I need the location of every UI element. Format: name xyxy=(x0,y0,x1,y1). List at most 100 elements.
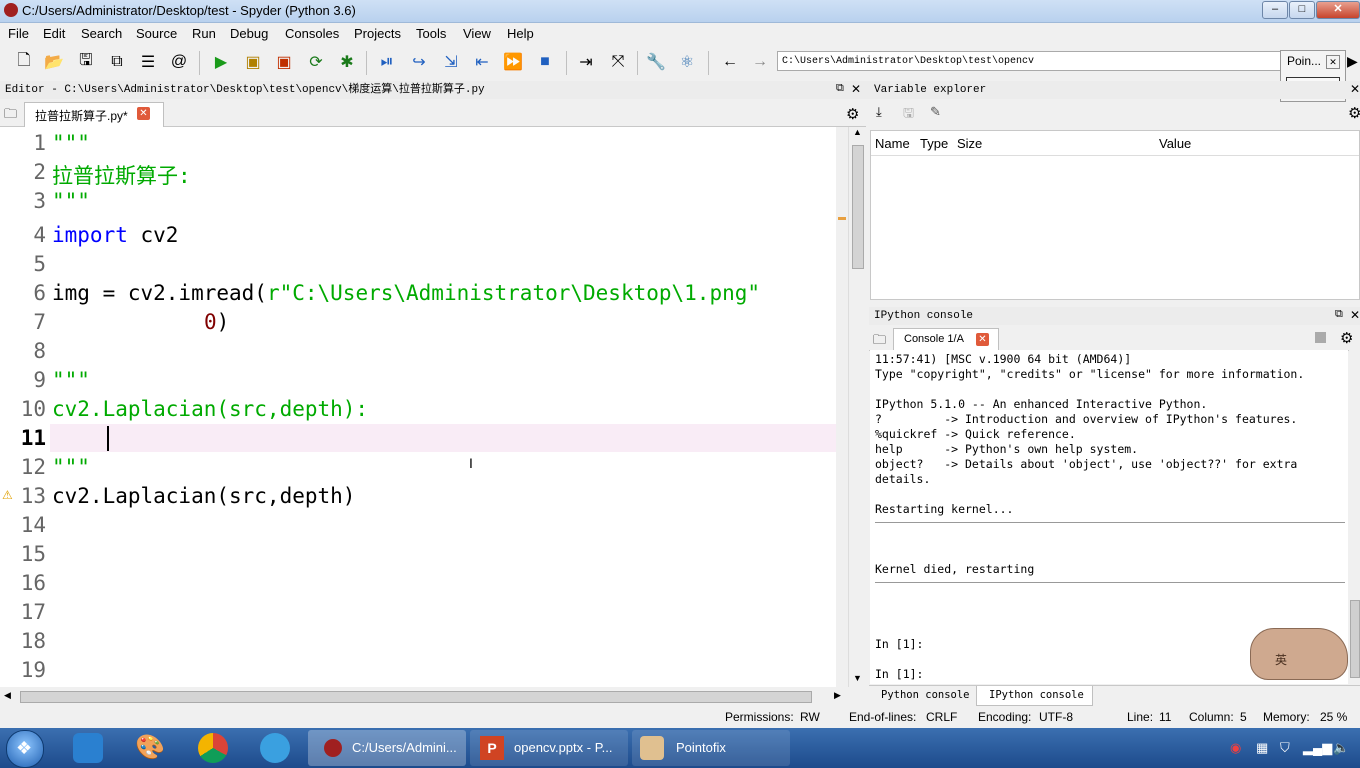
line-number: 10 xyxy=(20,397,46,421)
console-options-icon[interactable]: ⚙ xyxy=(1340,329,1353,347)
back-arrow-icon[interactable]: ← xyxy=(719,51,741,73)
code-editor[interactable]: 1 2 3 4 5 6 7 8 9 10 11 12 13 14 15 16 1… xyxy=(0,127,836,687)
menu-file[interactable]: File xyxy=(8,26,29,41)
save-all-icon[interactable]: ⧉ xyxy=(106,51,128,73)
close-button[interactable]: ✕ xyxy=(1316,1,1360,19)
run-cell-advance-icon[interactable]: ▣ xyxy=(273,51,295,73)
variable-explorer-table[interactable]: Name Type Size Value xyxy=(870,130,1360,300)
menu-projects[interactable]: Projects xyxy=(354,26,401,41)
editor-tab[interactable]: 拉普拉斯算子.py* ✕ xyxy=(24,102,164,127)
save-icon[interactable]: 🖫 xyxy=(75,51,97,73)
line-number-current: 11 xyxy=(20,426,46,450)
configure-run-icon[interactable]: ✱ xyxy=(336,51,358,73)
console-undock-icon[interactable]: ⧉ xyxy=(1335,308,1343,321)
menu-consoles[interactable]: Consoles xyxy=(285,26,339,41)
hscroll-thumb[interactable] xyxy=(20,691,812,703)
step-icon[interactable]: ↪ xyxy=(408,51,430,73)
maximize-pane-icon[interactable]: ⇥ xyxy=(575,51,597,73)
step-into-icon[interactable]: ⇲ xyxy=(440,51,462,73)
menu-help[interactable]: Help xyxy=(507,26,534,41)
varexp-options-icon[interactable]: ⚙ xyxy=(1348,104,1360,122)
save-data-icon[interactable]: 🖫 xyxy=(903,104,914,126)
column-type[interactable]: Type xyxy=(920,136,948,151)
toolbar-overflow-icon[interactable]: ▶ xyxy=(1347,53,1358,70)
column-size[interactable]: Size xyxy=(957,136,982,151)
task-pointofix-label: Pointofix xyxy=(676,740,726,755)
menu-view[interactable]: View xyxy=(463,26,491,41)
browse-tabs-icon[interactable]: 🗀 xyxy=(4,105,17,127)
chrome-icon[interactable] xyxy=(198,733,228,763)
import-data-icon[interactable]: ⤓ xyxy=(876,104,882,120)
console-vscrollbar[interactable] xyxy=(1349,350,1360,684)
line-number: 12 xyxy=(20,455,46,479)
current-line-highlight xyxy=(50,424,836,452)
scroll-right-icon[interactable]: ▶ xyxy=(834,690,841,701)
menu-search[interactable]: Search xyxy=(81,26,122,41)
list-icon[interactable]: ☰ xyxy=(137,51,159,73)
at-icon[interactable]: @ xyxy=(168,51,190,73)
paint-icon[interactable]: 🎨 xyxy=(135,733,165,762)
open-file-icon[interactable]: 📂 xyxy=(43,51,65,73)
fullscreen-icon[interactable]: ⤧ xyxy=(607,51,629,73)
python-path-icon[interactable]: ⚛ xyxy=(676,51,698,73)
step-return-icon[interactable]: ⇤ xyxy=(471,51,493,73)
code-line-9: """ xyxy=(52,368,90,392)
menu-source[interactable]: Source xyxy=(136,26,177,41)
new-file-icon[interactable]: 🗋 xyxy=(13,51,35,73)
editor-options-icon[interactable]: ⚙ xyxy=(846,105,859,123)
editor-undock-icon[interactable]: ⧉ xyxy=(836,82,844,95)
code-line-1: """ xyxy=(52,131,90,155)
preferences-icon[interactable]: 🔧 xyxy=(645,51,667,73)
scroll-down-icon[interactable]: ▼ xyxy=(853,673,862,683)
varexp-close-icon[interactable]: ✕ xyxy=(1350,82,1360,96)
forward-arrow-icon[interactable]: → xyxy=(749,51,771,73)
console-tab[interactable]: Console 1/A ✕ xyxy=(893,328,999,351)
python-console-tab[interactable]: Python console xyxy=(881,689,970,701)
rerun-icon[interactable]: ⟳ xyxy=(305,51,327,73)
maximize-button[interactable]: □ xyxy=(1289,1,1315,19)
pinned-app-icon[interactable] xyxy=(73,733,103,763)
console-output[interactable]: 11:57:41) [MSC v.1900 64 bit (AMD64)] Ty… xyxy=(870,350,1348,684)
memory-value: 25 % xyxy=(1320,710,1348,724)
console-scroll-thumb[interactable] xyxy=(1350,600,1360,678)
debug-icon[interactable]: ⏯ xyxy=(376,51,398,73)
code-line-6: img = cv2.imread(r"C:\Users\Administrato… xyxy=(52,281,760,305)
editor-close-icon[interactable]: ✕ xyxy=(851,82,861,96)
record-icon[interactable]: ◉ xyxy=(1230,740,1241,756)
browser-icon[interactable] xyxy=(260,733,290,763)
editor-vscrollbar[interactable]: ▲ ▼ xyxy=(848,127,866,687)
scroll-left-icon[interactable]: ◀ xyxy=(4,690,11,701)
run-icon[interactable]: ▶ xyxy=(210,51,232,73)
menu-debug[interactable]: Debug xyxy=(230,26,268,41)
working-directory-input[interactable]: C:\Users\Administrator\Desktop\test\open… xyxy=(777,51,1282,71)
tab-close-icon[interactable]: ✕ xyxy=(137,107,150,120)
scroll-thumb[interactable] xyxy=(852,145,864,269)
remove-all-icon[interactable]: ✎ xyxy=(930,104,941,120)
tray-app-icon[interactable]: ▦ xyxy=(1256,740,1268,756)
scroll-up-icon[interactable]: ▲ xyxy=(853,127,862,137)
stop-kernel-icon[interactable] xyxy=(1315,332,1326,343)
column-name[interactable]: Name xyxy=(875,136,910,151)
start-orb[interactable]: ❖ xyxy=(6,730,44,768)
line-number: 19 xyxy=(20,658,46,682)
popup-close-icon[interactable]: ✕ xyxy=(1326,55,1340,69)
volume-icon[interactable]: 🔈 xyxy=(1333,740,1349,756)
editor-hscrollbar[interactable]: ◀ ▶ xyxy=(0,688,848,705)
console-prompt: In [1]: xyxy=(875,637,924,651)
menu-edit[interactable]: Edit xyxy=(43,26,65,41)
task-powerpoint[interactable]: P opencv.pptx - P... xyxy=(470,730,628,766)
shield-icon[interactable]: ⛉ xyxy=(1280,740,1290,756)
continue-icon[interactable]: ⏩ xyxy=(502,51,524,73)
console-tab-close-icon[interactable]: ✕ xyxy=(976,333,989,346)
menu-tools[interactable]: Tools xyxy=(416,26,446,41)
minimize-button[interactable]: – xyxy=(1262,1,1288,19)
task-pointofix[interactable]: Pointofix xyxy=(632,730,790,766)
run-cell-icon[interactable]: ▣ xyxy=(242,51,264,73)
stop-debug-icon[interactable]: ■ xyxy=(534,51,556,73)
console-close-icon[interactable]: ✕ xyxy=(1350,308,1360,322)
column-value[interactable]: Value xyxy=(1159,136,1191,151)
ipython-console-tab[interactable]: IPython console xyxy=(976,686,1093,706)
task-spyder[interactable]: C:/Users/Admini... xyxy=(308,730,466,766)
network-icon[interactable]: ▂▄▆ xyxy=(1303,740,1332,756)
menu-run[interactable]: Run xyxy=(192,26,216,41)
